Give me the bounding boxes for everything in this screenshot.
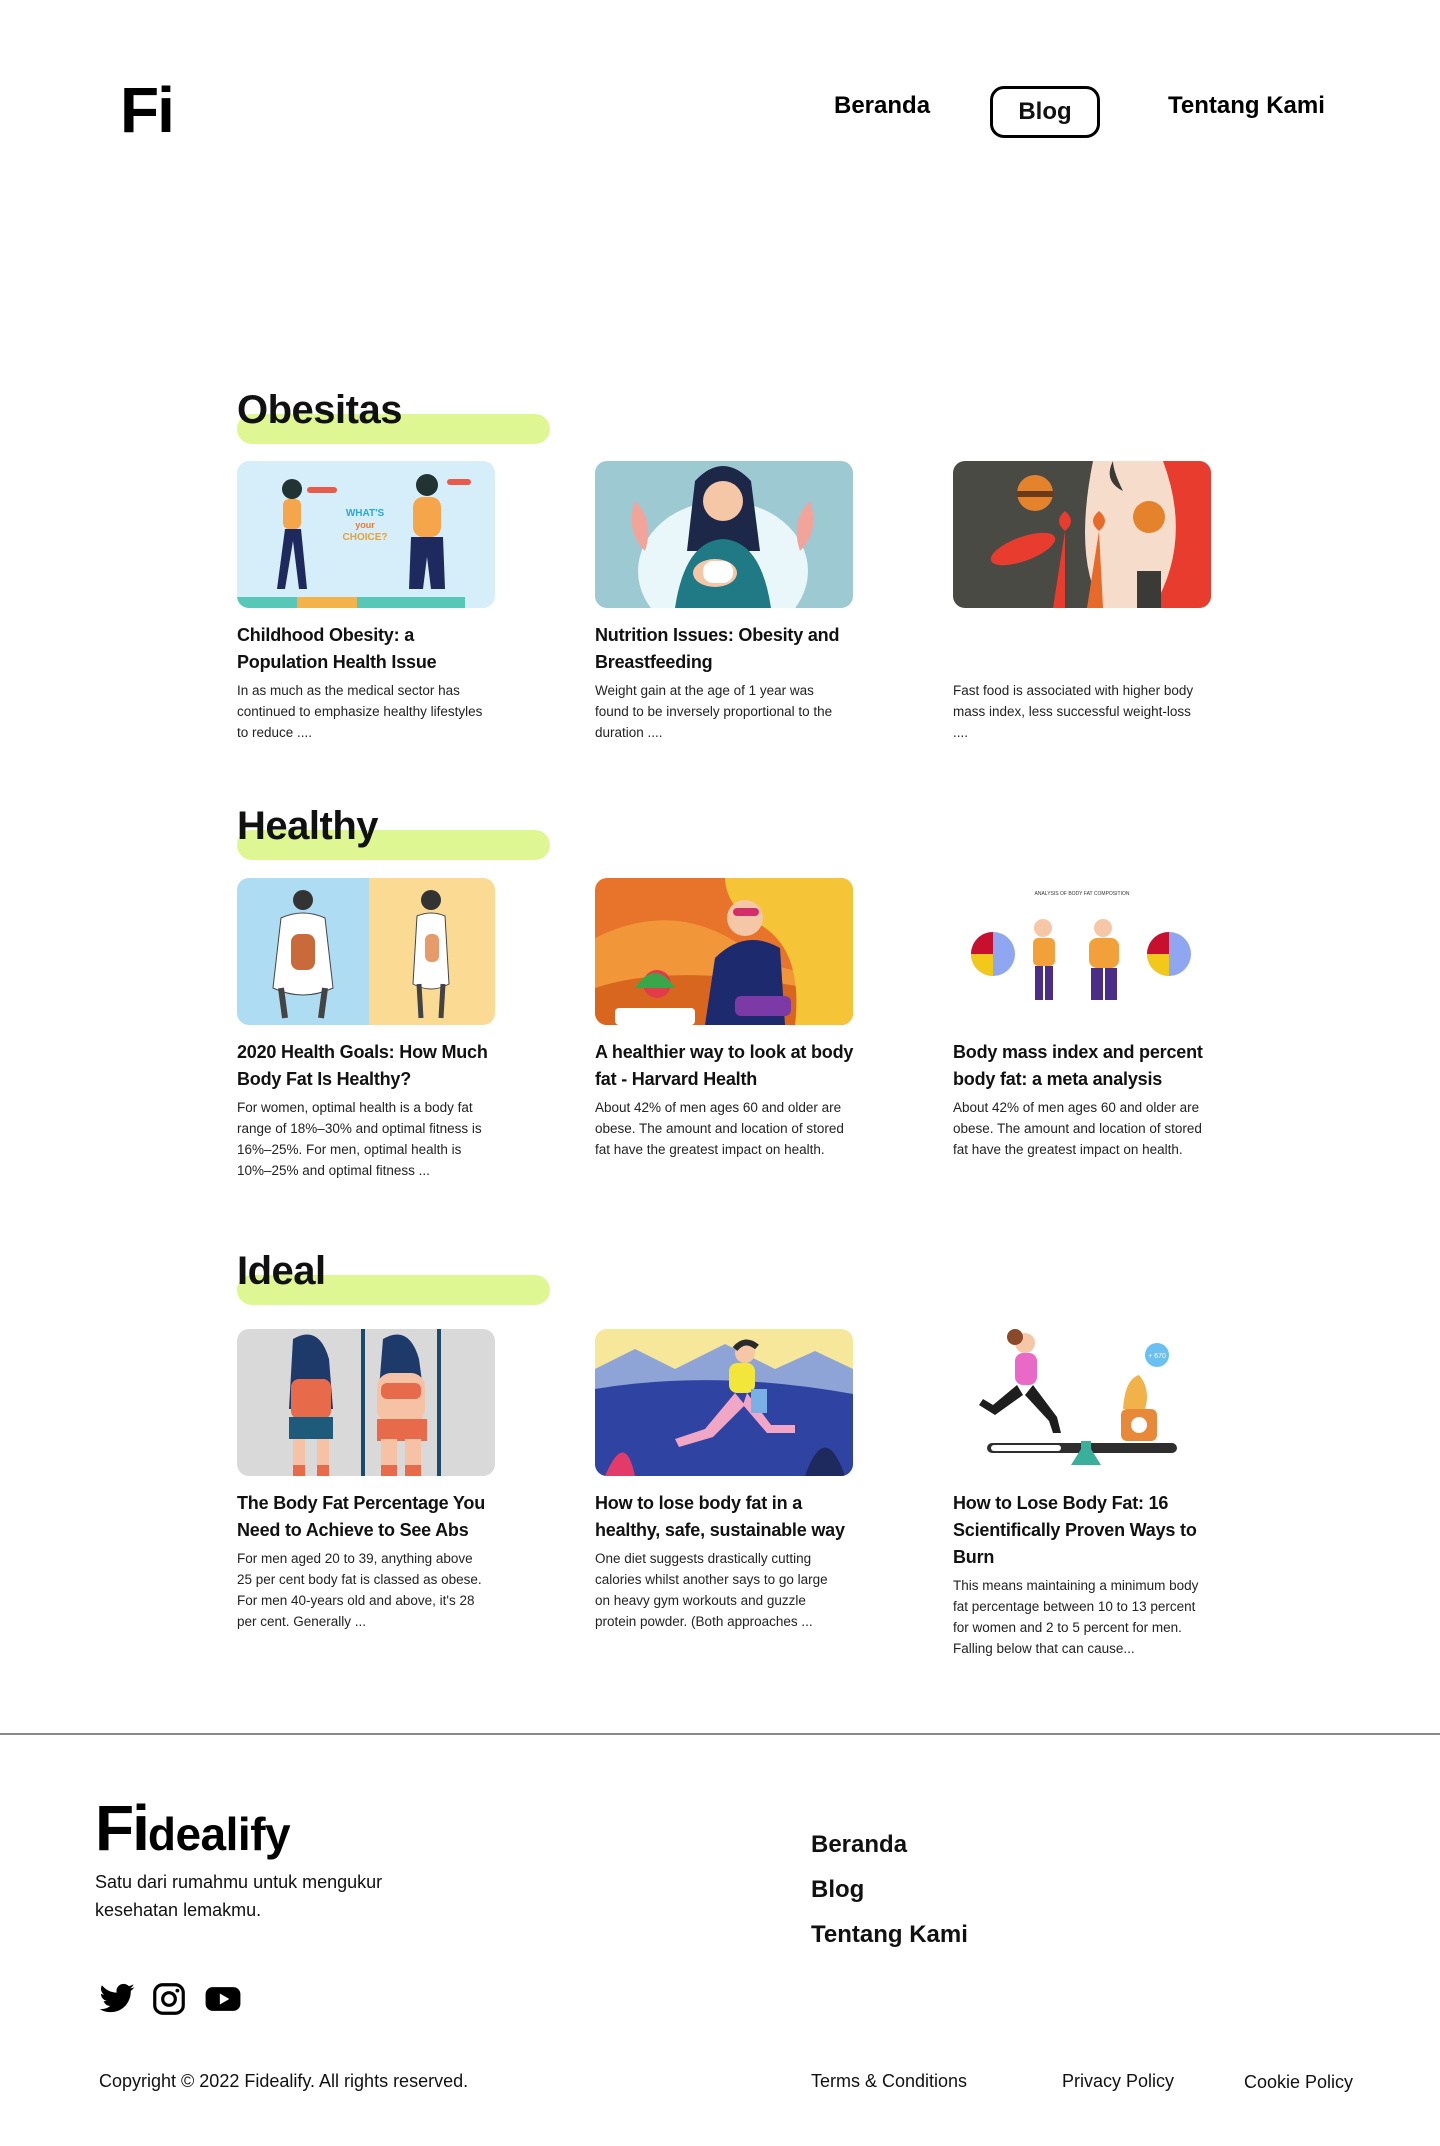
footer-nav-beranda[interactable]: Beranda xyxy=(811,1833,907,1857)
article-card[interactable]: 2020 Health Goals: How Much Body Fat Is … xyxy=(237,878,507,1181)
section-heading: Ideal xyxy=(237,1249,326,1293)
article-card[interactable]: The Body Fat Percentage You Need to Achi… xyxy=(237,1329,507,1632)
nav-beranda[interactable]: Beranda xyxy=(834,94,930,118)
article-excerpt: Weight gain at the age of 1 year was fou… xyxy=(595,683,833,740)
site-logo[interactable]: Fi xyxy=(120,78,175,142)
article-thumbnail xyxy=(595,1329,853,1476)
footer-logo-wordmark: dealify xyxy=(147,1808,291,1860)
article-excerpt: One diet suggests drastically cutting ca… xyxy=(595,1551,828,1629)
article-excerpt: For women, optimal health is a body fat … xyxy=(237,1100,482,1178)
footer-tagline: Satu dari rumahmu untuk mengukur kesehat… xyxy=(95,1872,383,1920)
article-thumbnail xyxy=(237,1329,495,1476)
footer-divider xyxy=(0,1733,1440,1735)
article-title[interactable]: Body mass index and percent body fat: a … xyxy=(953,1039,1223,1093)
article-excerpt: In as much as the medical sector has con… xyxy=(237,683,483,740)
footer-nav-tentang-kami[interactable]: Tentang Kami xyxy=(811,1923,968,1947)
article-thumbnail xyxy=(595,878,853,1025)
cookie-link[interactable]: Cookie Policy xyxy=(1244,2072,1353,2093)
article-card[interactable]: Nutrition Issues: Obesity and Breastfeed… xyxy=(595,461,865,743)
footer-nav-blog[interactable]: Blog xyxy=(811,1878,864,1902)
article-card[interactable]: ANALYSIS OF BODY FAT COMPOSITION Body ma… xyxy=(953,878,1223,1160)
article-title[interactable]: How to lose body fat in a healthy, safe,… xyxy=(595,1490,865,1544)
section-heading: Healthy xyxy=(237,804,379,848)
footer-logo[interactable]: Fidealify xyxy=(95,1796,291,1860)
choice-text-line: your xyxy=(355,520,375,530)
article-title[interactable]: The Body Fat Percentage You Need to Achi… xyxy=(237,1490,507,1544)
article-title[interactable]: 2020 Health Goals: How Much Body Fat Is … xyxy=(237,1039,507,1093)
section-heading: Obesitas xyxy=(237,388,402,432)
youtube-icon[interactable] xyxy=(203,1980,241,2018)
choice-text-line: WHAT'S xyxy=(346,508,385,519)
article-thumbnail xyxy=(953,461,1211,608)
instagram-icon[interactable] xyxy=(150,1980,188,2018)
article-title[interactable]: Nutrition Issues: Obesity and Breastfeed… xyxy=(595,622,865,676)
article-excerpt: For men aged 20 to 39, anything above 25… xyxy=(237,1551,482,1629)
section-title-obesitas: Obesitas xyxy=(237,388,550,444)
article-thumbnail: ANALYSIS OF BODY FAT COMPOSITION xyxy=(953,878,1211,1025)
chart-caption: ANALYSIS OF BODY FAT COMPOSITION xyxy=(1035,891,1130,897)
article-excerpt: This means maintaining a minimum body fa… xyxy=(953,1578,1199,1656)
article-excerpt: About 42% of men ages 60 and older are o… xyxy=(953,1100,1202,1157)
article-excerpt: About 42% of men ages 60 and older are o… xyxy=(595,1100,844,1157)
article-card[interactable]: How to lose body fat in a healthy, safe,… xyxy=(595,1329,865,1632)
article-title[interactable]: Childhood Obesity: a Population Health I… xyxy=(237,622,507,676)
nav-tentang-kami[interactable]: Tentang Kami xyxy=(1168,94,1325,118)
article-thumbnail: WHAT'S your CHOICE? xyxy=(237,461,495,608)
article-title[interactable]: A healthier way to look at body fat - Ha… xyxy=(595,1039,865,1093)
twitter-icon[interactable] xyxy=(98,1980,136,2018)
terms-link[interactable]: Terms & Conditions xyxy=(811,2071,967,2092)
article-thumbnail xyxy=(595,461,853,608)
section-title-ideal: Ideal xyxy=(237,1249,550,1305)
footer-logo-mark: Fi xyxy=(95,1792,150,1864)
article-card[interactable]: WHAT'S your CHOICE? Childhood Obesity: a… xyxy=(237,461,507,743)
article-title[interactable] xyxy=(953,622,1223,676)
nav-blog[interactable]: Blog xyxy=(990,86,1100,138)
article-thumbnail: + 670 xyxy=(953,1329,1211,1476)
copyright-text: Copyright © 2022 Fidealify. All rights r… xyxy=(99,2071,469,2091)
scale-badge: + 670 xyxy=(1148,1353,1166,1360)
article-excerpt: Fast food is associated with higher body… xyxy=(953,683,1194,740)
article-title[interactable]: How to Lose Body Fat: 16 Scientifically … xyxy=(953,1490,1223,1571)
section-title-healthy: Healthy xyxy=(237,804,550,860)
choice-text-line: CHOICE? xyxy=(343,532,388,543)
article-card[interactable]: Fast food is associated with higher body… xyxy=(953,461,1223,743)
privacy-link[interactable]: Privacy Policy xyxy=(1062,2071,1174,2092)
article-card[interactable]: A healthier way to look at body fat - Ha… xyxy=(595,878,865,1160)
article-thumbnail xyxy=(237,878,495,1025)
article-card[interactable]: + 670 How to Lose Body Fat: 16 Scientifi… xyxy=(953,1329,1223,1659)
